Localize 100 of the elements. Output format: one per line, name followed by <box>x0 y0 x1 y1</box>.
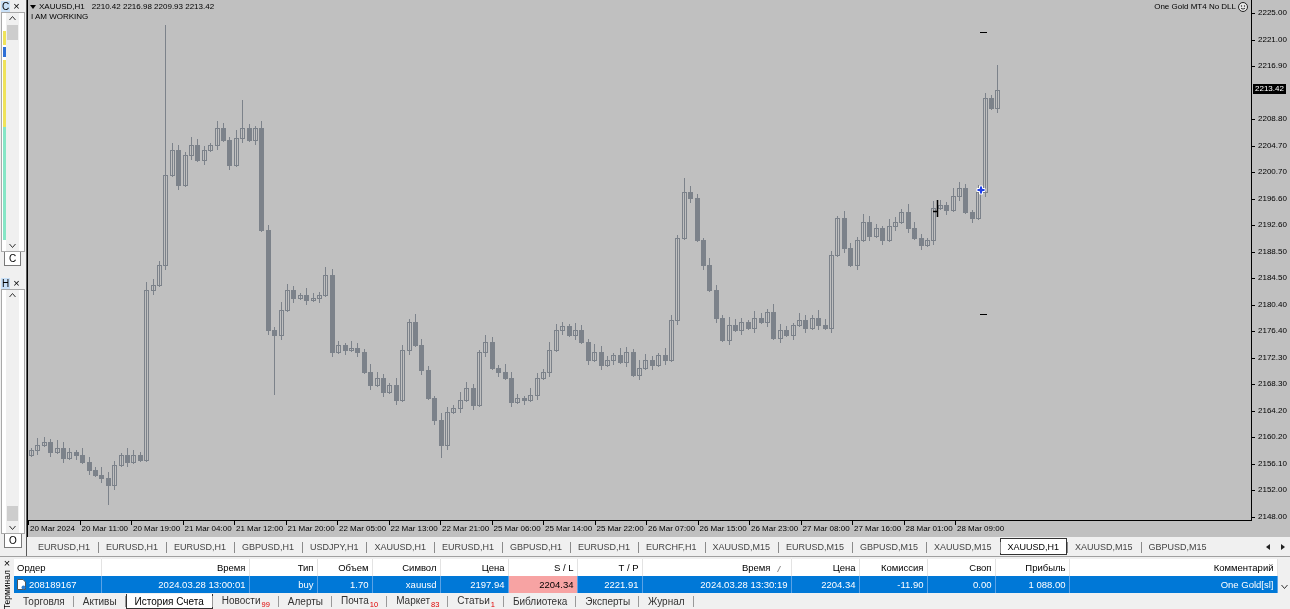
chart-tab[interactable]: EURCHF,H1 <box>638 538 705 555</box>
table-cell: 0.00 <box>927 576 995 593</box>
bar-marker-icon <box>932 199 939 218</box>
time-label: 21 Mar 12:00 <box>236 524 284 533</box>
table-cell: -11.90 <box>859 576 927 593</box>
dash-marker-icon <box>980 32 987 33</box>
tab[interactable]: Маркет$_{83}$ <box>387 594 449 609</box>
table-cell: 2024.03.28 13:00:01 <box>101 576 249 593</box>
chart-tab[interactable]: EURUSD,H1 <box>433 538 502 555</box>
time-label: 27 Mar 16:00 <box>854 524 902 533</box>
table-cell: 1 088.00 <box>995 576 1069 593</box>
time-label: 28 Mar 01:00 <box>905 524 953 533</box>
tab[interactable]: Журнал <box>639 594 694 609</box>
table-row[interactable]: 208189167 2024.03.28 13:00:01 buy 1.70 xauusd 2197.94 2204.34 2221.91 2024.03.28 13:30:19 2204.34 -11.90 0.00 1 088.00 One Gold[sl] <box>14 576 1277 593</box>
table-cell: 2197.94 <box>440 576 508 593</box>
close-button[interactable]: × <box>13 278 20 288</box>
time-label: 20 Mar 11:00 <box>81 524 129 533</box>
table-cell: One Gold[sl] <box>1069 576 1277 593</box>
time-label: 26 Mar 23:00 <box>751 524 799 533</box>
price-label: 2184.50 <box>1258 273 1287 284</box>
chart-tab[interactable]: EURUSD,H1 <box>30 538 98 555</box>
chart-tab[interactable]: USDJPY,H1 <box>302 538 367 555</box>
chart-tab[interactable]: XAUUSD,H1 <box>999 538 1068 555</box>
time-label: 26 Mar 15:00 <box>699 524 747 533</box>
dash-marker-icon <box>980 314 987 315</box>
panel-tab[interactable]: C <box>4 252 22 266</box>
current-price-label: 2213.42 <box>1253 83 1286 94</box>
price-label: 2196.60 <box>1258 193 1287 204</box>
chart-tab[interactable]: GBPUSD,M15 <box>1140 538 1215 555</box>
price-label: 2172.30 <box>1258 352 1287 363</box>
chart-tab[interactable]: EURUSD,H1 <box>166 538 235 555</box>
chart-symbol: XAUUSD,H1 <box>39 2 85 12</box>
scroll-right-icon[interactable] <box>1281 543 1285 550</box>
smiley-icon <box>1238 2 1248 12</box>
time-label: 22 Mar 21:00 <box>442 524 490 533</box>
price-label: 2225.00 <box>1258 8 1287 19</box>
table-cell: 2204.34 <box>508 576 577 593</box>
tab[interactable]: Статьи$_{1}$ <box>448 594 504 609</box>
indicator-status: I AM WORKING <box>31 12 89 22</box>
price-label: 2152.00 <box>1258 485 1287 496</box>
tab[interactable]: Новости$_{99}$ <box>212 594 279 609</box>
chart-tab[interactable]: EURUSD,M15 <box>778 538 853 555</box>
caret-down-icon[interactable] <box>30 5 36 9</box>
price-label: 2160.20 <box>1258 432 1287 443</box>
tab[interactable]: Алерты <box>278 594 332 609</box>
time-label: 20 Mar 19:00 <box>133 524 181 533</box>
table-cell: 2221.91 <box>577 576 642 593</box>
scroll-down-icon[interactable] <box>9 244 16 248</box>
price-label: 2148.00 <box>1258 511 1287 522</box>
scroll-down-icon[interactable] <box>9 526 16 530</box>
time-label: 21 Mar 20:00 <box>287 524 335 533</box>
scrollbar-thumb[interactable] <box>7 25 18 40</box>
price-label: 2176.40 <box>1258 326 1287 337</box>
chart-tab[interactable]: XAUUSD,M15 <box>704 538 778 555</box>
time-label: 28 Mar 09:00 <box>957 524 1005 533</box>
expert-name: One Gold MT4 No DLL <box>1154 2 1236 12</box>
tab[interactable]: Эксперты <box>576 594 640 609</box>
price-label: 2221.00 <box>1258 34 1287 45</box>
panel-tab[interactable]: O <box>4 534 22 548</box>
price-label: 2192.60 <box>1258 220 1287 231</box>
price-label: 2168.30 <box>1258 379 1287 390</box>
price-label: 2208.80 <box>1258 114 1287 125</box>
chart-tab[interactable]: XAUUSD,H1 <box>366 538 434 555</box>
scroll-down-icon[interactable] <box>1280 585 1288 590</box>
time-label: 20 Mar 2024 <box>30 524 75 533</box>
price-label: 2180.40 <box>1258 299 1287 310</box>
time-label: 22 Mar 13:00 <box>390 524 438 533</box>
scroll-up-icon[interactable] <box>9 16 16 20</box>
chart-tab[interactable]: XAUUSD,M15 <box>1067 538 1141 555</box>
plus-marker-icon <box>976 185 986 195</box>
price-label: 2164.20 <box>1258 405 1287 416</box>
time-label: 25 Mar 06:00 <box>493 524 541 533</box>
table-cell: 208189167 <box>29 578 77 590</box>
chart-tab[interactable]: GBPUSD,H1 <box>234 538 303 555</box>
tab[interactable]: Активы <box>73 594 126 609</box>
tab[interactable]: Торговля <box>14 594 74 609</box>
chart-tab[interactable]: EURUSD,H1 <box>569 538 638 555</box>
document-icon <box>17 578 26 590</box>
scroll-up-icon[interactable] <box>9 293 16 297</box>
chart-tab[interactable]: XAUUSD,M15 <box>926 538 1000 555</box>
panel-title: H <box>1 277 11 289</box>
price-label: 2204.70 <box>1258 140 1287 151</box>
table-cell: buy <box>249 576 317 593</box>
price-label: 2156.10 <box>1258 458 1287 469</box>
scroll-left-icon[interactable] <box>1266 543 1270 550</box>
scrollbar-thumb[interactable] <box>7 506 18 521</box>
close-button[interactable]: × <box>3 558 11 568</box>
tab[interactable]: История Счета <box>125 594 213 609</box>
close-button[interactable]: × <box>13 1 20 11</box>
tab[interactable]: Почта$_{10}$ <box>332 594 388 609</box>
time-label: 26 Mar 07:00 <box>648 524 696 533</box>
tab[interactable]: Библиотека <box>503 594 577 609</box>
chart-tab[interactable]: EURUSD,H1 <box>98 538 167 555</box>
price-label: 2216.90 <box>1258 61 1287 72</box>
chart-tab[interactable]: GBPUSD,M15 <box>852 538 927 555</box>
chart-tab[interactable]: GBPUSD,H1 <box>501 538 570 555</box>
ohlc-values: 2210.42 2216.98 2209.93 2213.42 <box>91 2 215 12</box>
table-cell: 2024.03.28 13:30:19 <box>642 576 791 593</box>
time-label: 27 Mar 08:00 <box>802 524 850 533</box>
time-label: 22 Mar 05:00 <box>339 524 387 533</box>
